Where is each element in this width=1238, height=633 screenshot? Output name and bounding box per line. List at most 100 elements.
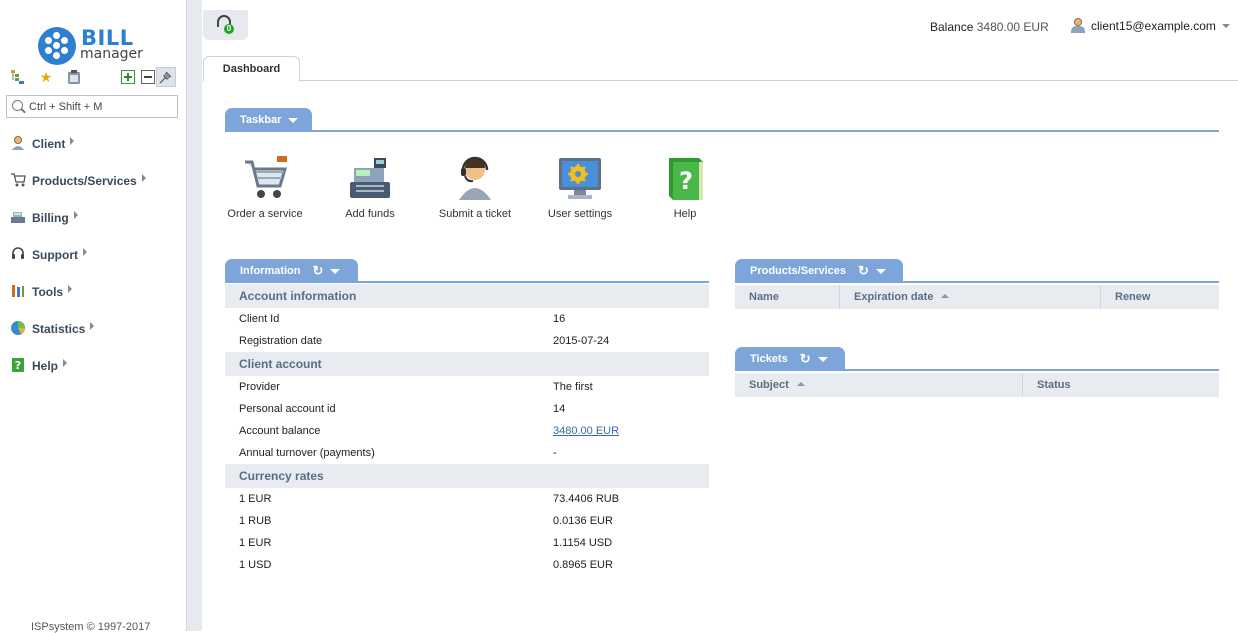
task-help[interactable]: ? Help — [640, 154, 730, 220]
task-user-settings[interactable]: User settings — [535, 154, 625, 220]
sidebar-item-billing[interactable]: Billing — [10, 207, 180, 244]
info-row: Client Id 16 — [225, 308, 709, 330]
sidebar-search — [6, 95, 178, 118]
cash-register-icon — [10, 209, 26, 225]
information-tab[interactable]: Information ↻ — [225, 259, 358, 283]
user-avatar-icon — [1071, 18, 1085, 33]
sidebar-item-label: Tools — [32, 285, 64, 299]
info-key: 1 USD — [239, 559, 272, 571]
products-title: Products/Services — [750, 265, 846, 277]
collapse-all-icon[interactable] — [138, 67, 158, 87]
tools-icon — [10, 283, 26, 299]
sidebar-item-support[interactable]: Support — [10, 244, 180, 281]
info-row: 1 EUR 1.1154 USD — [225, 532, 709, 554]
info-value: 0.0136 EUR — [553, 515, 613, 527]
logo-text-manager: manager — [80, 46, 143, 62]
chevron-right-icon — [63, 359, 68, 367]
column-header-status[interactable]: Status — [1022, 373, 1219, 397]
task-label: Help — [673, 208, 697, 220]
sidebar-item-statistics[interactable]: Statistics — [10, 318, 180, 355]
info-value: 2015-07-24 — [553, 335, 610, 347]
task-add-funds[interactable]: Add funds — [325, 154, 415, 220]
sidebar-item-products-services[interactable]: Products/Services — [10, 170, 180, 207]
tickets-header: Tickets ↻ — [735, 347, 1219, 371]
info-row: 1 USD 0.8965 EUR — [225, 554, 709, 576]
info-key: Registration date — [239, 335, 323, 347]
info-value: 14 — [553, 403, 566, 415]
info-key: Provider — [239, 381, 280, 393]
sidebar-item-tools[interactable]: Tools — [10, 281, 180, 318]
search-input[interactable] — [29, 99, 174, 114]
search-icon — [12, 100, 23, 111]
taskbar-tab[interactable]: Taskbar — [225, 108, 312, 132]
monitor-gear-icon — [556, 154, 604, 202]
task-label: Add funds — [345, 208, 395, 220]
task-submit-ticket[interactable]: Submit a ticket — [430, 154, 520, 220]
user-menu[interactable]: client15@example.com — [1071, 18, 1230, 33]
chevron-right-icon — [141, 174, 146, 182]
sidebar-item-label: Products/Services — [32, 174, 137, 188]
group-currency-rates: Currency rates — [225, 464, 709, 488]
support-tickets-button[interactable]: 0 — [203, 10, 248, 40]
shopping-cart-icon — [241, 154, 289, 202]
info-key: Client Id — [239, 313, 280, 325]
sidebar: BILL manager ★ Client — [0, 0, 186, 633]
task-order-service[interactable]: Order a service — [220, 154, 310, 220]
clipboard-icon[interactable] — [64, 67, 84, 87]
column-header-subject[interactable]: Subject — [735, 373, 1022, 397]
pin-icon[interactable] — [156, 67, 176, 87]
info-row: 1 EUR 73.4406 RUB — [225, 488, 709, 510]
chevron-down-icon — [1221, 23, 1230, 28]
svg-text:?: ? — [679, 167, 693, 195]
cash-register-icon — [346, 154, 394, 202]
info-key: Account balance — [239, 425, 321, 437]
info-row: Personal account id 14 — [225, 398, 709, 420]
sidebar-item-label: Client — [32, 137, 66, 151]
information-header: Information ↻ — [225, 259, 709, 283]
sidebar-item-label: Billing — [32, 211, 69, 225]
chevron-right-icon — [83, 248, 87, 256]
information-title: Information — [240, 265, 301, 277]
expand-all-icon[interactable] — [118, 67, 138, 87]
chevron-down-icon — [817, 356, 828, 362]
task-label: Order a service — [227, 208, 303, 220]
help-book-icon: ? — [661, 154, 709, 202]
sidebar-item-help[interactable]: ? Help — [10, 355, 180, 392]
task-label: Submit a ticket — [438, 208, 512, 220]
tickets-title: Tickets — [750, 353, 788, 365]
info-value: 1.1154 USD — [553, 537, 613, 549]
info-key: Annual turnover (payments) — [239, 447, 375, 459]
info-value: - — [553, 447, 557, 459]
products-tab[interactable]: Products/Services ↻ — [735, 259, 903, 283]
taskbar-header: Taskbar — [225, 108, 1219, 132]
chevron-down-icon — [875, 268, 886, 274]
info-row: Annual turnover (payments) - — [225, 442, 709, 464]
billmanager-logo[interactable]: BILL manager — [38, 26, 158, 66]
tab-dashboard[interactable]: Dashboard — [203, 56, 300, 82]
pie-chart-icon — [10, 320, 26, 336]
products-header: Products/Services ↻ — [735, 259, 1219, 283]
column-header-renew[interactable]: Renew — [1100, 285, 1219, 309]
group-client-account: Client account — [225, 352, 709, 376]
client-icon — [10, 135, 26, 151]
information-table: Account information Client Id 16 Registr… — [225, 284, 709, 576]
column-header-name[interactable]: Name — [735, 285, 839, 309]
tickets-tab[interactable]: Tickets ↻ — [735, 347, 845, 371]
sidebar-collapse-bar[interactable] — [186, 0, 202, 631]
info-key: Personal account id — [239, 403, 336, 415]
refresh-icon[interactable]: ↻ — [800, 352, 811, 365]
info-value: 0.8965 EUR — [553, 559, 613, 571]
account-balance-link[interactable]: 3480.00 EUR — [553, 420, 619, 442]
favorites-star-icon[interactable]: ★ — [36, 67, 56, 87]
refresh-icon[interactable]: ↻ — [858, 264, 869, 277]
chevron-right-icon — [68, 285, 73, 293]
products-table-header: Name Expiration date Renew — [735, 285, 1219, 309]
tree-view-icon[interactable] — [8, 67, 28, 87]
refresh-icon[interactable]: ↻ — [313, 264, 324, 277]
column-header-expiration-date[interactable]: Expiration date — [839, 285, 1100, 309]
header-balance: Balance 3480.00 EUR — [930, 20, 1049, 34]
taskbar-title: Taskbar — [240, 114, 282, 126]
balance-value: 3480.00 EUR — [976, 20, 1049, 34]
info-value: 16 — [553, 313, 566, 325]
sidebar-item-client[interactable]: Client — [10, 133, 180, 170]
